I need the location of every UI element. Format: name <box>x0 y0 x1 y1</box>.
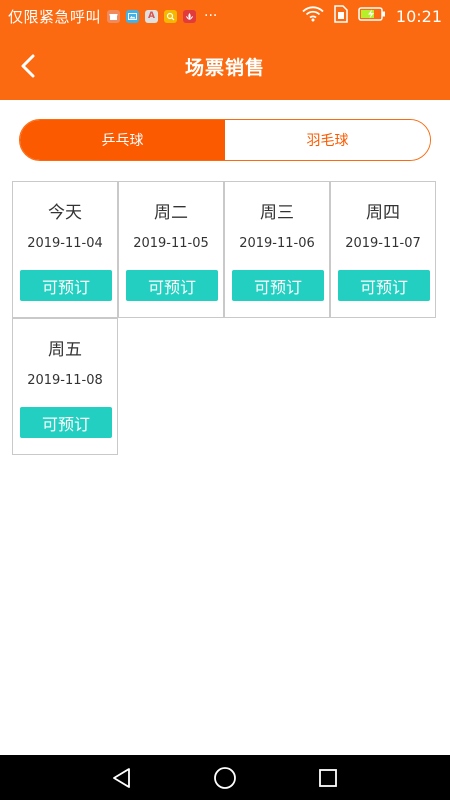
navigation-bar <box>0 755 450 800</box>
date-cell: 今天 2019-11-04 可预订 <box>12 181 118 318</box>
status-time: 10:21 <box>395 6 442 26</box>
carrier-text: 仅限紧急呼叫 <box>8 7 102 26</box>
gallery-icon <box>126 9 140 23</box>
date-text: 2019-11-07 <box>345 236 421 251</box>
book-button[interactable]: 可预订 <box>20 270 112 301</box>
date-cell: 周二 2019-11-05 可预订 <box>118 181 224 318</box>
book-button[interactable]: 可预订 <box>232 270 324 301</box>
date-cell: 周四 2019-11-07 可预订 <box>330 181 436 318</box>
tab-badminton[interactable]: 羽毛球 <box>225 120 430 160</box>
day-name: 周四 <box>366 203 400 223</box>
status-bar: 仅限紧急呼叫 A ··· 10:21 <box>0 0 450 32</box>
wifi-icon <box>302 6 324 26</box>
nav-back-button[interactable] <box>102 758 142 798</box>
nav-home-button[interactable] <box>205 758 245 798</box>
chevron-left-icon <box>21 54 35 78</box>
circle-home-icon <box>214 766 236 789</box>
gift-icon <box>107 9 121 23</box>
sport-tabs: 乒乓球 羽毛球 <box>19 119 431 161</box>
sim-icon <box>334 5 348 27</box>
triangle-back-icon <box>112 767 130 788</box>
huawei-icon <box>183 9 197 23</box>
status-right: 10:21 <box>302 5 442 27</box>
font-icon: A <box>145 9 159 23</box>
date-cell: 周三 2019-11-06 可预订 <box>224 181 330 318</box>
app-bar: 场票销售 <box>0 32 450 100</box>
back-button[interactable] <box>8 46 48 86</box>
battery-icon <box>358 6 386 26</box>
nav-recents-button[interactable] <box>308 758 348 798</box>
date-text: 2019-11-04 <box>27 236 103 251</box>
search-app-icon <box>164 9 178 23</box>
date-text: 2019-11-06 <box>239 236 315 251</box>
day-name: 周三 <box>260 203 294 223</box>
day-name: 今天 <box>48 203 82 223</box>
square-recents-icon <box>319 768 338 787</box>
day-name: 周二 <box>154 203 188 223</box>
tab-table-tennis[interactable]: 乒乓球 <box>20 120 225 160</box>
book-button[interactable]: 可预订 <box>126 270 218 301</box>
more-notifications-icon: ··· <box>204 8 218 24</box>
date-text: 2019-11-05 <box>133 236 209 251</box>
day-name: 周五 <box>48 340 82 360</box>
book-button[interactable]: 可预订 <box>338 270 430 301</box>
date-text: 2019-11-08 <box>27 373 103 388</box>
page-title: 场票销售 <box>184 56 265 79</box>
date-cell: 周五 2019-11-08 可预订 <box>12 318 118 455</box>
book-button[interactable]: 可预订 <box>20 407 112 438</box>
notification-icons: A ··· <box>107 8 217 24</box>
